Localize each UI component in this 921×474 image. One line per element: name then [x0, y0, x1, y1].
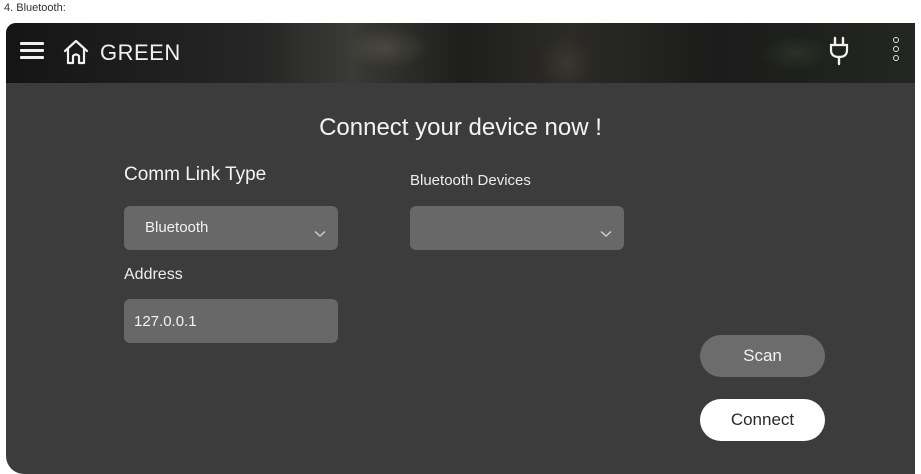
app-window: GREEN Connect your device now ! Comm Lin…	[6, 23, 915, 474]
app-title: GREEN	[100, 40, 181, 65]
comm-link-type-value: Bluetooth	[145, 219, 209, 236]
plug-icon[interactable]	[828, 36, 850, 66]
comm-link-type-label: Comm Link Type	[124, 164, 267, 185]
page-headline: Connect your device now !	[319, 114, 602, 141]
bluetooth-devices-label: Bluetooth Devices	[410, 172, 531, 189]
scan-button[interactable]: Scan	[700, 335, 825, 377]
home-icon[interactable]	[62, 39, 90, 65]
hamburger-menu-icon[interactable]	[20, 42, 44, 62]
connect-button[interactable]: Connect	[700, 399, 825, 441]
kebab-menu-icon[interactable]	[890, 37, 902, 69]
document-caption: 4. Bluetooth:	[4, 2, 66, 14]
chevron-down-icon	[314, 223, 326, 237]
address-input[interactable]	[124, 299, 338, 343]
top-app-bar: GREEN	[6, 23, 915, 83]
chevron-down-icon	[600, 223, 612, 237]
bluetooth-devices-select[interactable]	[410, 206, 624, 250]
address-label: Address	[124, 266, 183, 283]
comm-link-type-select[interactable]: Bluetooth	[124, 206, 338, 250]
